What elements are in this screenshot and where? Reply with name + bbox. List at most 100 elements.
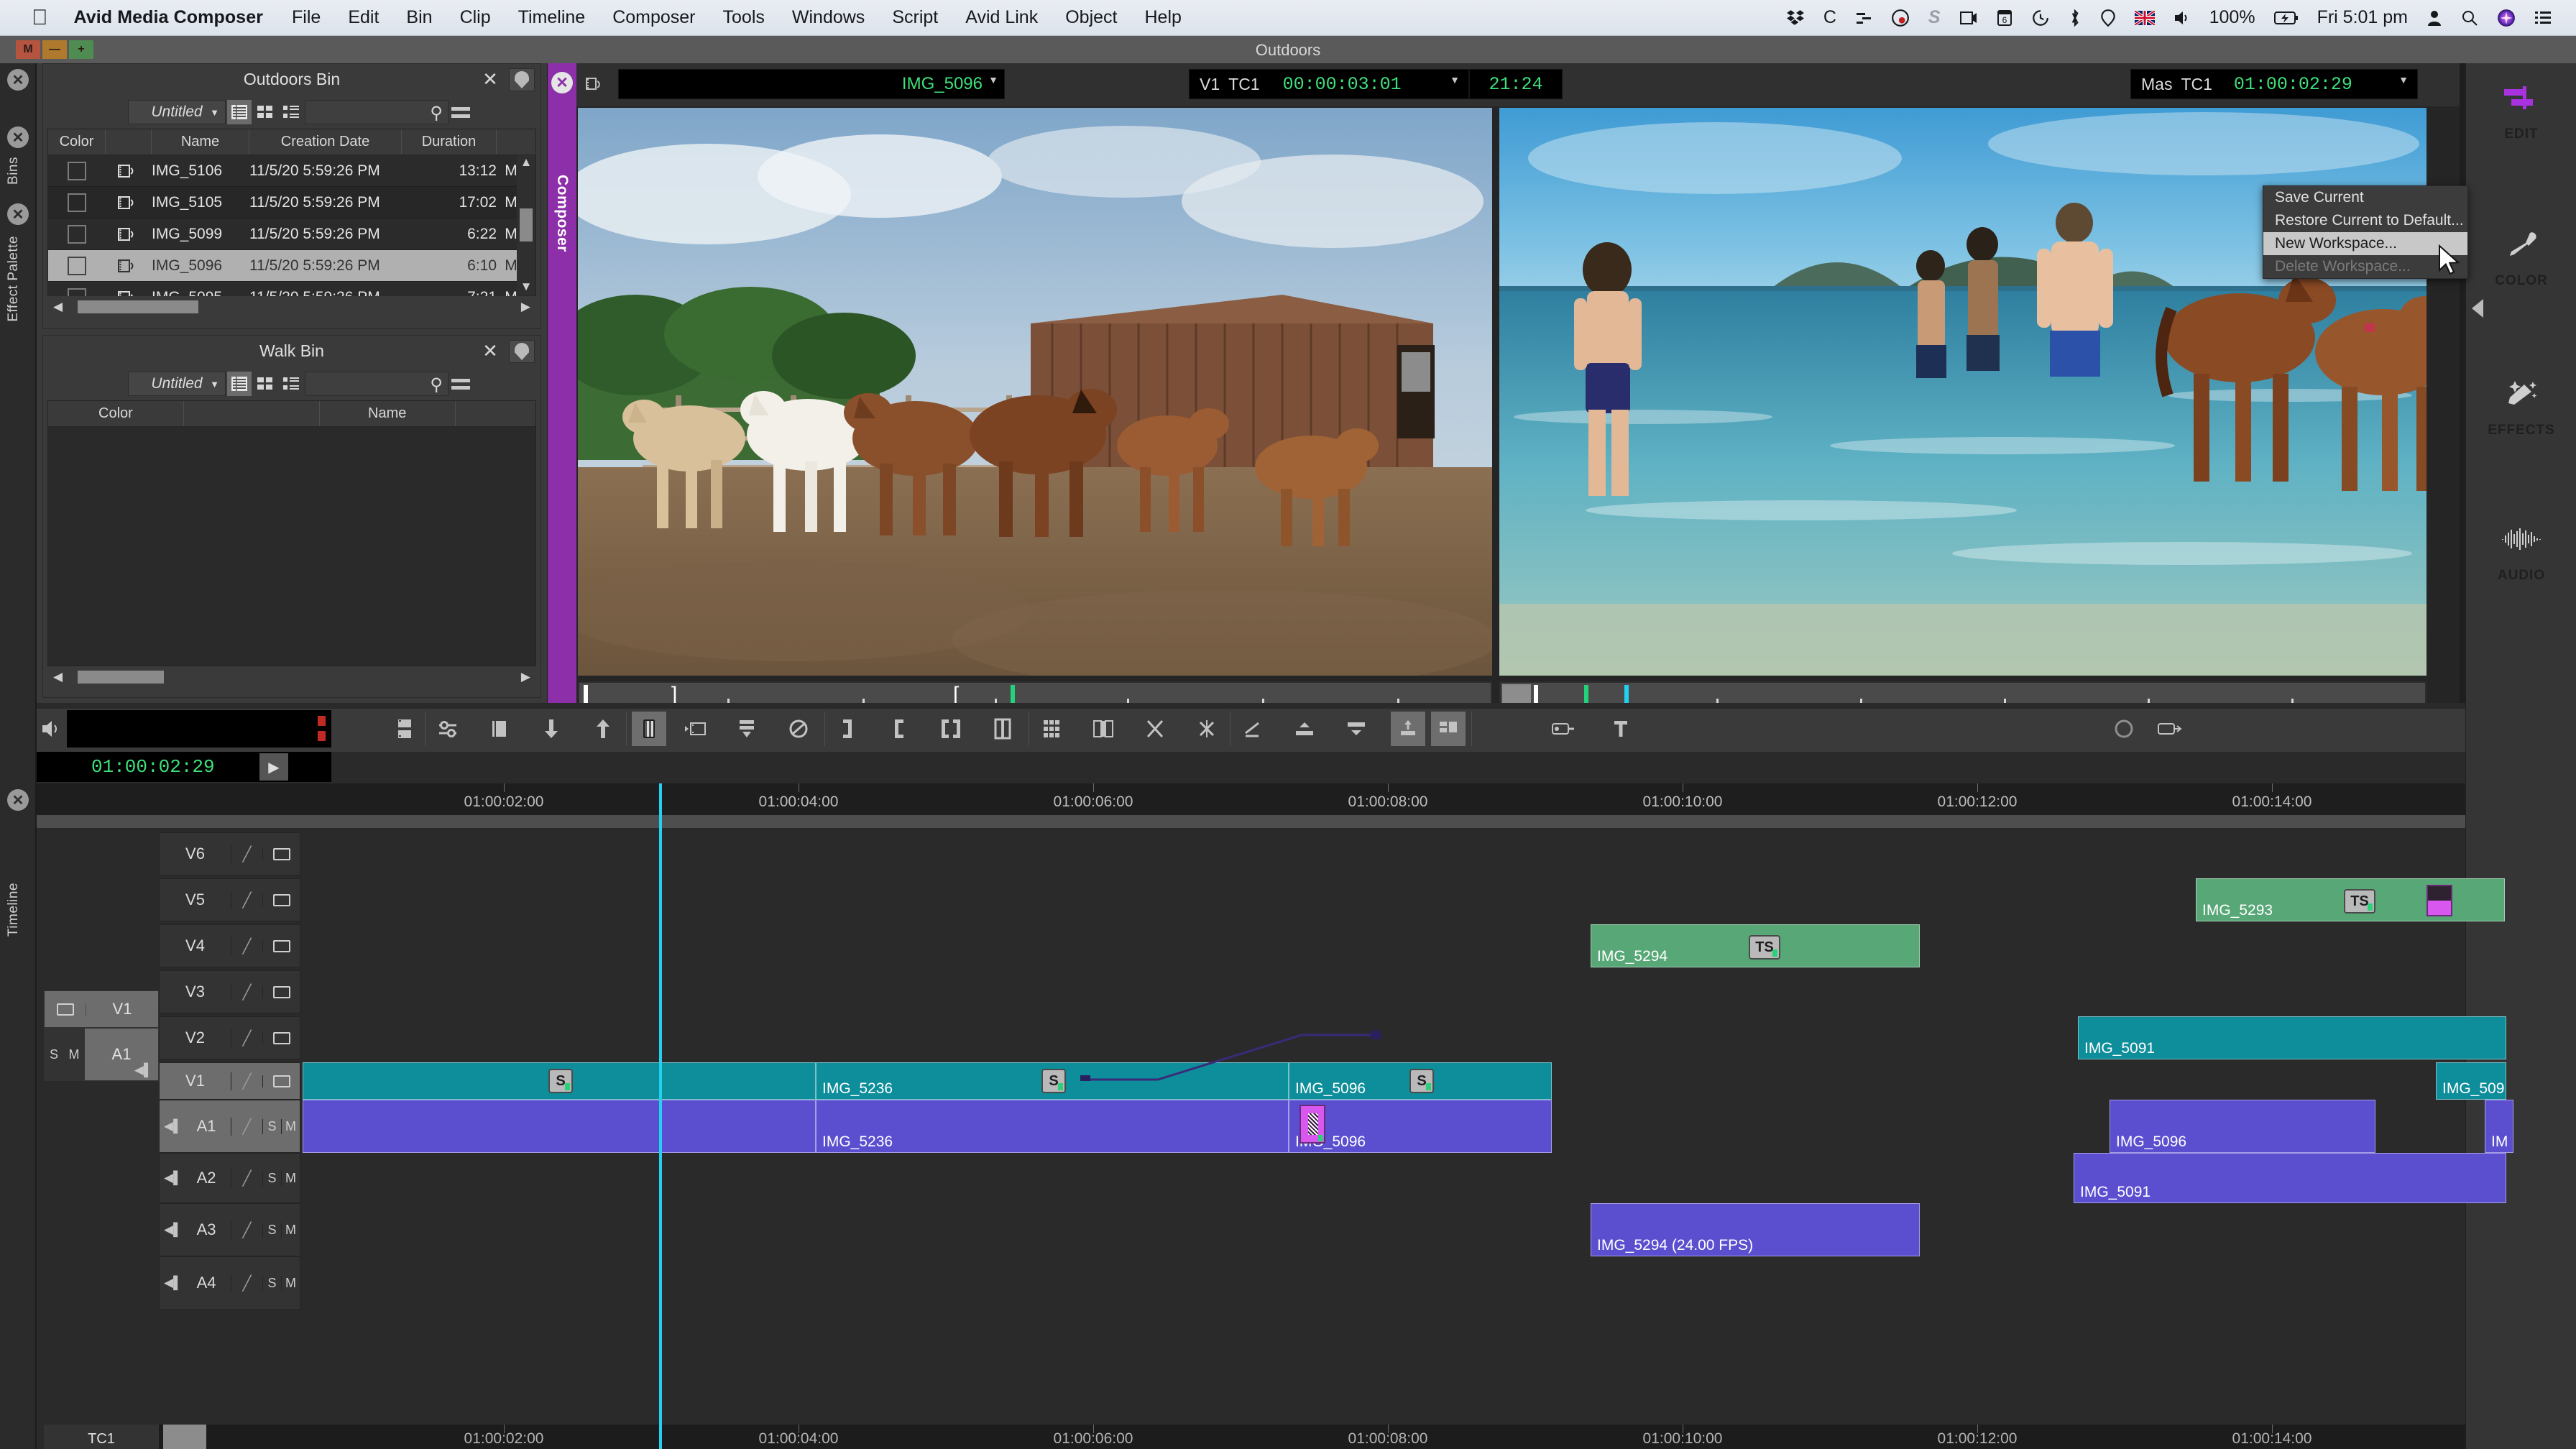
close-circle-icon[interactable]: ✕: [7, 69, 29, 91]
timeline-clip[interactable]: S: [303, 1062, 816, 1100]
timewarp-badge-icon[interactable]: TS: [2344, 889, 2375, 914]
menu-avid-link[interactable]: Avid Link: [965, 7, 1038, 28]
color-effect-badge-icon[interactable]: [2426, 885, 2452, 916]
scroll-left-arrow-icon[interactable]: ◀: [47, 300, 68, 314]
segment-lift-icon[interactable]: [1287, 712, 1322, 746]
menu-composer[interactable]: Composer: [612, 7, 695, 28]
track-record-enable-icon[interactable]: ╱: [231, 1029, 262, 1047]
mark-out-icon[interactable]: [830, 712, 865, 746]
timeline-clip[interactable]: IMG_509: [2436, 1062, 2506, 1100]
mute-button[interactable]: M: [281, 1275, 300, 1291]
bin-row-color-checkbox[interactable]: [48, 256, 106, 275]
bin-col-extra[interactable]: [456, 401, 535, 426]
bin-pin-button[interactable]: [509, 340, 535, 363]
timeline-clip[interactable]: IMG_5236 S: [816, 1062, 1289, 1100]
siri-icon[interactable]: [2497, 9, 2516, 27]
track-record-enable-icon[interactable]: ╱: [231, 937, 262, 955]
title-icon[interactable]: [1604, 712, 1638, 746]
timeline-play-button[interactable]: ▶: [259, 753, 288, 781]
bin-horizontal-scrollbar[interactable]: ◀ ▶: [47, 296, 536, 318]
bin-row-color-checkbox[interactable]: [48, 161, 106, 180]
menu-clip[interactable]: Clip: [460, 7, 491, 28]
mute-button[interactable]: M: [281, 1170, 300, 1186]
film-clip-icon[interactable]: [585, 75, 605, 98]
source-browser-icon[interactable]: [678, 712, 712, 746]
speaker-icon[interactable]: ◀▌: [134, 1063, 152, 1077]
bin-view-select[interactable]: Untitled ▼: [128, 372, 226, 396]
record-icon[interactable]: [2107, 712, 2141, 746]
up-arrow-icon[interactable]: [586, 712, 620, 746]
solo-button[interactable]: S: [262, 1118, 281, 1134]
no-entry-icon[interactable]: [781, 712, 816, 746]
clock-label[interactable]: Fri 5:01 pm: [2317, 7, 2408, 28]
sidebar-collapse-arrow-icon[interactable]: [2472, 299, 2483, 318]
solo-button[interactable]: S: [262, 1222, 281, 1238]
bin-vertical-scrollbar[interactable]: ▲ ▼: [517, 155, 535, 295]
bin-row-color-checkbox[interactable]: [48, 193, 106, 212]
timeline-clip[interactable]: IMG_5096 S: [1289, 1062, 1552, 1100]
menu-object[interactable]: Object: [1065, 7, 1117, 28]
left-rail-label-timeline[interactable]: Timeline: [6, 883, 22, 937]
effect-mode-icon[interactable]: [632, 712, 666, 746]
bin-row-color-checkbox[interactable]: [48, 224, 106, 244]
bin-search-input[interactable]: ⚲: [305, 372, 448, 396]
track-header-v3[interactable]: V3 ╱: [159, 970, 300, 1013]
dual-split-icon[interactable]: [1086, 712, 1121, 746]
menu-edit[interactable]: Edit: [348, 7, 379, 28]
scroll-thumb[interactable]: [78, 671, 164, 684]
bin-horizontal-scrollbar[interactable]: ◀ ▶: [47, 666, 536, 688]
monitor-box-icon[interactable]: [262, 1031, 300, 1044]
track-record-enable-icon[interactable]: ╱: [231, 845, 262, 863]
left-rail-label-effect-palette[interactable]: Effect Palette: [6, 236, 22, 322]
track-header-v4[interactable]: V4 ╱: [159, 924, 300, 967]
speaker-icon[interactable]: ◀▌: [160, 1223, 182, 1237]
frame-view-icon[interactable]: [253, 100, 277, 124]
tc1-track-block[interactable]: [163, 1425, 206, 1449]
track-record-enable-icon[interactable]: ╱: [231, 983, 262, 1001]
timewarp-badge-icon[interactable]: TS: [1749, 935, 1780, 960]
menu-windows[interactable]: Windows: [792, 7, 865, 28]
mark-out-marker-icon[interactable]: ]: [671, 684, 677, 706]
close-circle-icon[interactable]: ✕: [7, 126, 29, 148]
timeline-clip[interactable]: IM: [2485, 1100, 2513, 1153]
scroll-right-arrow-icon[interactable]: ▶: [515, 670, 536, 684]
chevron-down-icon[interactable]: ▼: [1450, 74, 1460, 86]
close-icon[interactable]: ✕: [480, 70, 500, 90]
timeline-clip[interactable]: IMG_5293 TS: [2196, 878, 2505, 921]
screen-record-icon[interactable]: [1959, 9, 1978, 27]
source-track-header-a1[interactable]: S M A1 ◀▌: [44, 1028, 159, 1081]
source-mute-button[interactable]: M: [63, 1029, 85, 1080]
bin-col-extra[interactable]: [497, 129, 525, 155]
close-circle-icon[interactable]: ✕: [7, 203, 29, 225]
source-solo-button[interactable]: S: [45, 1029, 63, 1080]
audio-mix-icon[interactable]: [431, 712, 465, 746]
script-view-icon[interactable]: [279, 100, 303, 124]
bin-pin-button[interactable]: [509, 68, 535, 91]
solo-button[interactable]: S: [262, 1170, 281, 1186]
text-view-icon[interactable]: [227, 372, 252, 396]
scroll-up-arrow-icon[interactable]: ▲: [517, 155, 535, 170]
menu-item-new-workspace[interactable]: New Workspace...: [2263, 232, 2467, 255]
left-rail-label-bins[interactable]: Bins: [6, 157, 22, 185]
scroll-thumb[interactable]: [520, 208, 533, 242]
scroll-left-arrow-icon[interactable]: ◀: [47, 670, 68, 684]
bin-col-color[interactable]: Color: [48, 129, 106, 155]
track-record-enable-icon[interactable]: ╱: [231, 1169, 262, 1187]
uk-flag-icon[interactable]: [2134, 10, 2155, 25]
track-header-v2[interactable]: V2 ╱: [159, 1016, 300, 1059]
solo-button[interactable]: S: [262, 1275, 281, 1291]
collapse-icon[interactable]: [730, 712, 764, 746]
monitor-box-icon[interactable]: [262, 939, 300, 952]
sliders-icon[interactable]: [1855, 9, 1872, 27]
record-timecode-display[interactable]: Mas TC1 01:00:02:29 ▼: [2130, 69, 2418, 99]
table-row[interactable]: IMG_5099 11/5/20 5:59:26 PM 6:22 M: [48, 218, 535, 250]
smart-tool-icon[interactable]: [1431, 712, 1466, 746]
source-timecode-display[interactable]: V1 TC1 00:00:03:01 ▼: [1189, 69, 1469, 99]
bin-menu-icon[interactable]: [450, 372, 472, 396]
mark-io-icon[interactable]: [985, 712, 1020, 746]
bin-col-creation-date[interactable]: Creation Date: [249, 129, 402, 155]
monitor-box-icon[interactable]: [262, 893, 300, 906]
close-circle-icon[interactable]: ✕: [7, 789, 29, 811]
app-name-label[interactable]: Avid Media Composer: [74, 7, 264, 28]
sidebar-item-audio[interactable]: AUDIO: [2466, 518, 2576, 584]
